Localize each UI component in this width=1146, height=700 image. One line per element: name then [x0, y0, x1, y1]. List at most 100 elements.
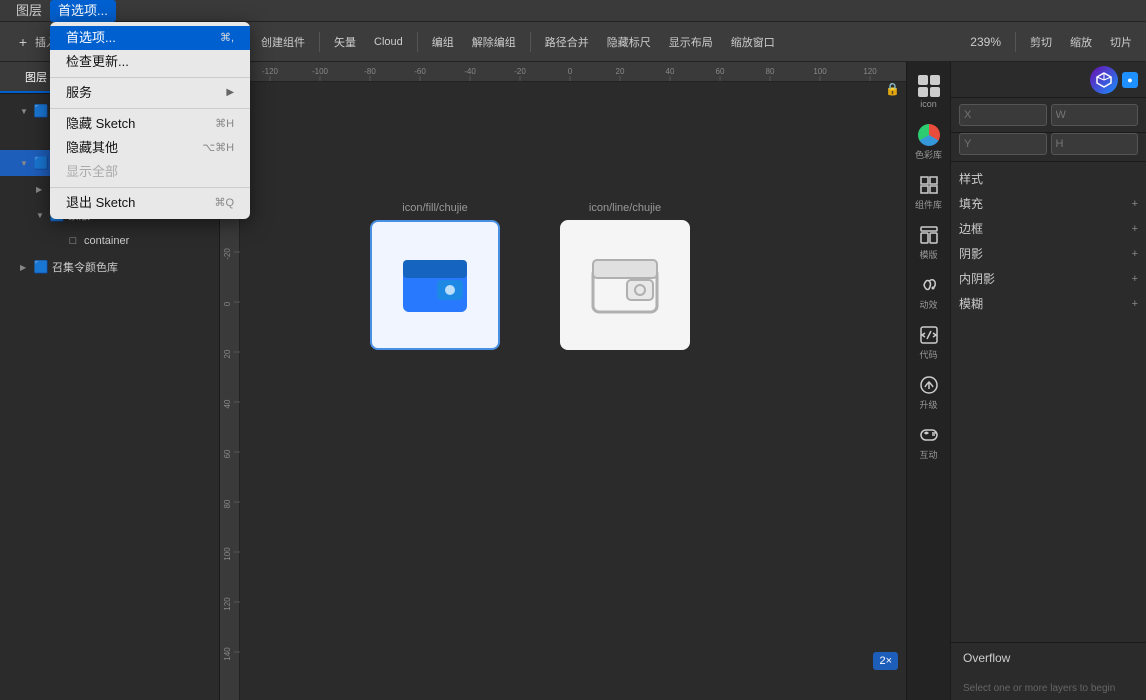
group-icon: 🟦	[34, 104, 48, 118]
shadow-add-btn[interactable]: +	[1132, 248, 1138, 260]
toolbar-slice[interactable]: 切片	[1102, 28, 1140, 56]
panel-header: ●	[951, 62, 1146, 98]
cloud-label: Cloud	[374, 36, 403, 48]
icon-card-box-fill[interactable]	[370, 220, 500, 350]
svg-text:100: 100	[223, 547, 232, 561]
svg-text:-20: -20	[223, 248, 232, 260]
right-btn-template[interactable]: 模版	[907, 220, 951, 264]
right-btn-interactive[interactable]: 互动	[907, 420, 951, 464]
svg-text:100: 100	[813, 67, 827, 76]
right-btn-component-library[interactable]: 组件库	[907, 170, 951, 214]
dropdown-shortcut-preferences: ⌘,	[220, 27, 234, 49]
svg-text:-100: -100	[312, 67, 329, 76]
right-btn-code[interactable]: 代码	[907, 320, 951, 364]
svg-text:0: 0	[568, 67, 573, 76]
dropdown-sep-2	[50, 108, 250, 109]
toolbar-create-component[interactable]: 创建组件	[253, 28, 313, 56]
right-panel: icon 色彩库	[906, 62, 1146, 700]
show-layout-label: 显示布局	[669, 34, 713, 50]
border-add-btn[interactable]: +	[1132, 223, 1138, 235]
inner-shadow-row[interactable]: 内阴影 +	[959, 270, 1138, 287]
toolbar-vector[interactable]: 矢量	[326, 28, 364, 56]
blur-row[interactable]: 模糊 +	[959, 295, 1138, 312]
toolbar-sep-4	[417, 32, 418, 52]
toolbar-scale[interactable]: 缩放	[1062, 28, 1100, 56]
dropdown-label-hide-others: 隐藏其他	[66, 137, 194, 159]
dropdown-item-quit[interactable]: 退出 Sketch ⌘Q	[50, 191, 250, 215]
canvas-content[interactable]: icon/fill/chujie	[240, 82, 906, 700]
chevron-down-icon: ▼	[20, 159, 30, 168]
ungroup-label: 解除编组	[472, 34, 516, 50]
dropdown-item-show-all[interactable]: 显示全部	[50, 160, 250, 184]
svg-text:-120: -120	[262, 67, 279, 76]
create-component-label: 创建组件	[261, 34, 305, 50]
x-input[interactable]	[959, 104, 1047, 126]
toolbar-path-merge[interactable]: 路径合并	[537, 28, 597, 56]
fill-row[interactable]: 填充 +	[959, 195, 1138, 212]
inner-shadow-add-btn[interactable]: +	[1132, 273, 1138, 285]
icon-card-box-line[interactable]	[560, 220, 690, 350]
panel-indicator: ●	[1122, 72, 1138, 88]
color-wheel-icon	[918, 124, 940, 146]
layer-label: 召集令颜色库	[52, 259, 118, 275]
dropdown-label-show-all: 显示全部	[66, 161, 226, 183]
rect-icon: □	[66, 234, 80, 248]
toolbar-zoom-window[interactable]: 缩放窗口	[723, 28, 783, 56]
toolbar-show-layout[interactable]: 显示布局	[661, 28, 721, 56]
right-btn-icon[interactable]: icon	[907, 70, 951, 114]
toolbar-ungroup[interactable]: 解除编组	[464, 28, 524, 56]
zoom-badge: 2×	[873, 652, 898, 670]
right-btn-animation[interactable]: 动效	[907, 270, 951, 314]
dropdown-item-services[interactable]: 服务 ▶	[50, 81, 250, 105]
dropdown-item-preferences[interactable]: 首选项... ⌘,	[50, 26, 250, 50]
dropdown-shortcut-quit: ⌘Q	[214, 192, 234, 214]
dropdown-item-hide-sketch[interactable]: 隐藏 Sketch ⌘H	[50, 112, 250, 136]
menu-insert[interactable]: 图层	[8, 0, 50, 22]
inner-shadow-label: 内阴影	[959, 270, 995, 287]
overflow-label: Overflow	[963, 651, 1134, 665]
code-label: 代码	[919, 348, 937, 361]
svg-text:20: 20	[223, 349, 232, 358]
cut-label: 剪切	[1030, 34, 1052, 50]
dropdown-label-checkupdate: 检查更新...	[66, 51, 226, 73]
svg-text:-60: -60	[414, 67, 426, 76]
toolbar-cut[interactable]: 剪切	[1022, 28, 1060, 56]
dropdown-item-checkupdate[interactable]: 检查更新...	[50, 50, 250, 74]
svg-text:20: 20	[616, 67, 625, 76]
dimension-inputs	[951, 98, 1146, 133]
icon-card-fill: icon/fill/chujie	[370, 202, 500, 350]
interactive-label: 互动	[919, 448, 937, 461]
scale-label: 缩放	[1070, 34, 1092, 50]
fill-label: 填充	[959, 195, 983, 212]
svg-text:80: 80	[766, 67, 775, 76]
toolbar-hide-ruler[interactable]: 隐藏标尺	[599, 28, 659, 56]
right-btn-color-library[interactable]: 色彩库	[907, 120, 951, 164]
layer-item[interactable]: □ container	[0, 228, 219, 254]
blur-label: 模糊	[959, 295, 983, 312]
dropdown-item-hide-others[interactable]: 隐藏其他 ⌥⌘H	[50, 136, 250, 160]
svg-text:140: 140	[223, 647, 232, 661]
blur-add-btn[interactable]: +	[1132, 298, 1138, 310]
border-row[interactable]: 边框 +	[959, 220, 1138, 237]
w-input-group	[1051, 104, 1139, 126]
svg-text:60: 60	[716, 67, 725, 76]
shadow-row[interactable]: 阴影 +	[959, 245, 1138, 262]
width-input[interactable]	[1051, 104, 1139, 126]
y-input[interactable]	[959, 133, 1047, 155]
toolbar-cloud[interactable]: Cloud	[366, 28, 411, 56]
canvas-area[interactable]: -120 -100 -80 -60 -40 -20 0 20 4	[220, 62, 906, 700]
svg-text:120: 120	[223, 597, 232, 611]
menu-bar: 图层 首选项... 首选项... ⌘, 检查更新... 服务 ▶ 隐藏 Sket…	[0, 0, 1146, 22]
layer-label: container	[84, 235, 129, 247]
menu-preferences[interactable]: 首选项... 首选项... ⌘, 检查更新... 服务 ▶ 隐藏 Sketch …	[50, 0, 116, 22]
toolbar-group[interactable]: 编组	[424, 28, 462, 56]
height-input[interactable]	[1051, 133, 1139, 155]
dropdown-shortcut-hide-others: ⌥⌘H	[202, 137, 234, 159]
fill-add-btn[interactable]: +	[1132, 198, 1138, 210]
y-input-group	[959, 133, 1047, 155]
animation-icon	[918, 274, 940, 296]
layer-item[interactable]: ▶ 🟦 召集令颜色库	[0, 254, 219, 280]
border-label: 边框	[959, 220, 983, 237]
right-btn-upgrade[interactable]: 升级	[907, 370, 951, 414]
svg-text:40: 40	[223, 399, 232, 408]
